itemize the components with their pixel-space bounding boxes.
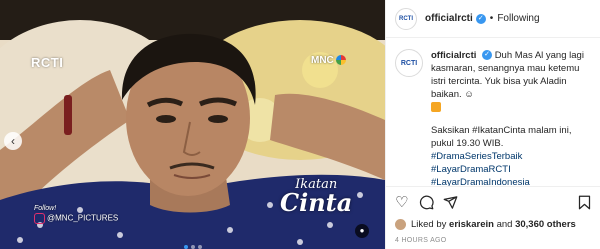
emoji-icon — [431, 102, 441, 113]
carousel-dots — [184, 236, 205, 249]
watermark-follow: Follow! — [34, 205, 57, 212]
user-tag-icon[interactable]: ● — [355, 224, 369, 238]
liker-avatar[interactable] — [395, 219, 406, 230]
caption-avatar[interactable]: RCTI — [395, 49, 423, 77]
likes-count[interactable]: 30,360 others — [515, 219, 576, 230]
carousel-dot — [191, 245, 195, 249]
likes-prefix: Liked by — [411, 219, 447, 230]
verified-badge-icon: ✓ — [475, 13, 486, 24]
caption-body: officialrcti ✓ Duh Mas Al yang lagi kasm… — [431, 49, 595, 189]
rcti-logo: RCTI — [31, 55, 64, 70]
hashtag-link[interactable]: #LayarDramaRCTI — [431, 163, 595, 176]
post-image[interactable]: RCTI MNC Ikatan Cinta Follow! @MNC_PICTU… — [0, 0, 385, 249]
header-separator: • — [489, 13, 494, 24]
liker-username[interactable]: eriskarein — [449, 219, 494, 230]
bookmark-icon[interactable] — [578, 195, 591, 213]
caption-text-2: Saksikan #IkatanCinta malam ini, pukul 1… — [431, 125, 572, 149]
show-title-big: Cinta — [280, 188, 353, 217]
post-timestamp[interactable]: 4 HOURS AGO — [395, 237, 447, 244]
comment-icon[interactable] — [419, 195, 434, 213]
mnc-logo-text: MNC — [311, 55, 334, 66]
carousel-prev-button[interactable]: ‹ — [4, 132, 22, 150]
mnc-dot-icon — [335, 55, 346, 66]
caption: RCTI officialrcti ✓ Duh Mas Al yang lagi… — [395, 49, 595, 189]
watermark-handle: @MNC_PICTURES — [47, 213, 119, 223]
heart-icon[interactable]: ♡ — [395, 195, 408, 210]
likes-summary: Liked by eriskarein and 30,360 others — [395, 219, 576, 230]
watermark: Follow! @MNC_PICTURES — [34, 205, 118, 224]
likes-middle: and — [496, 219, 513, 230]
avatar[interactable]: RCTI — [395, 7, 417, 30]
chevron-left-icon: ‹ — [11, 134, 15, 148]
action-bar: ♡ — [386, 186, 600, 216]
post-side-panel: RCTI officialrcti ✓ • Following RCTI off… — [385, 0, 600, 249]
verified-badge-icon: ✓ — [482, 50, 493, 61]
share-icon[interactable] — [443, 195, 458, 213]
header-username[interactable]: officialrcti — [425, 13, 473, 24]
show-title-overlay: Ikatan Cinta — [280, 178, 352, 215]
mnc-logo: MNC — [311, 55, 346, 66]
carousel-dot — [184, 245, 188, 249]
instagram-icon — [34, 212, 45, 224]
caption-username[interactable]: officialrcti — [431, 50, 476, 61]
post-header: RCTI officialrcti ✓ • Following — [386, 0, 600, 38]
following-button[interactable]: Following — [497, 13, 539, 24]
carousel-dot — [198, 245, 202, 249]
hashtag-link[interactable]: #DramaSeriesTerbaik — [431, 150, 595, 163]
